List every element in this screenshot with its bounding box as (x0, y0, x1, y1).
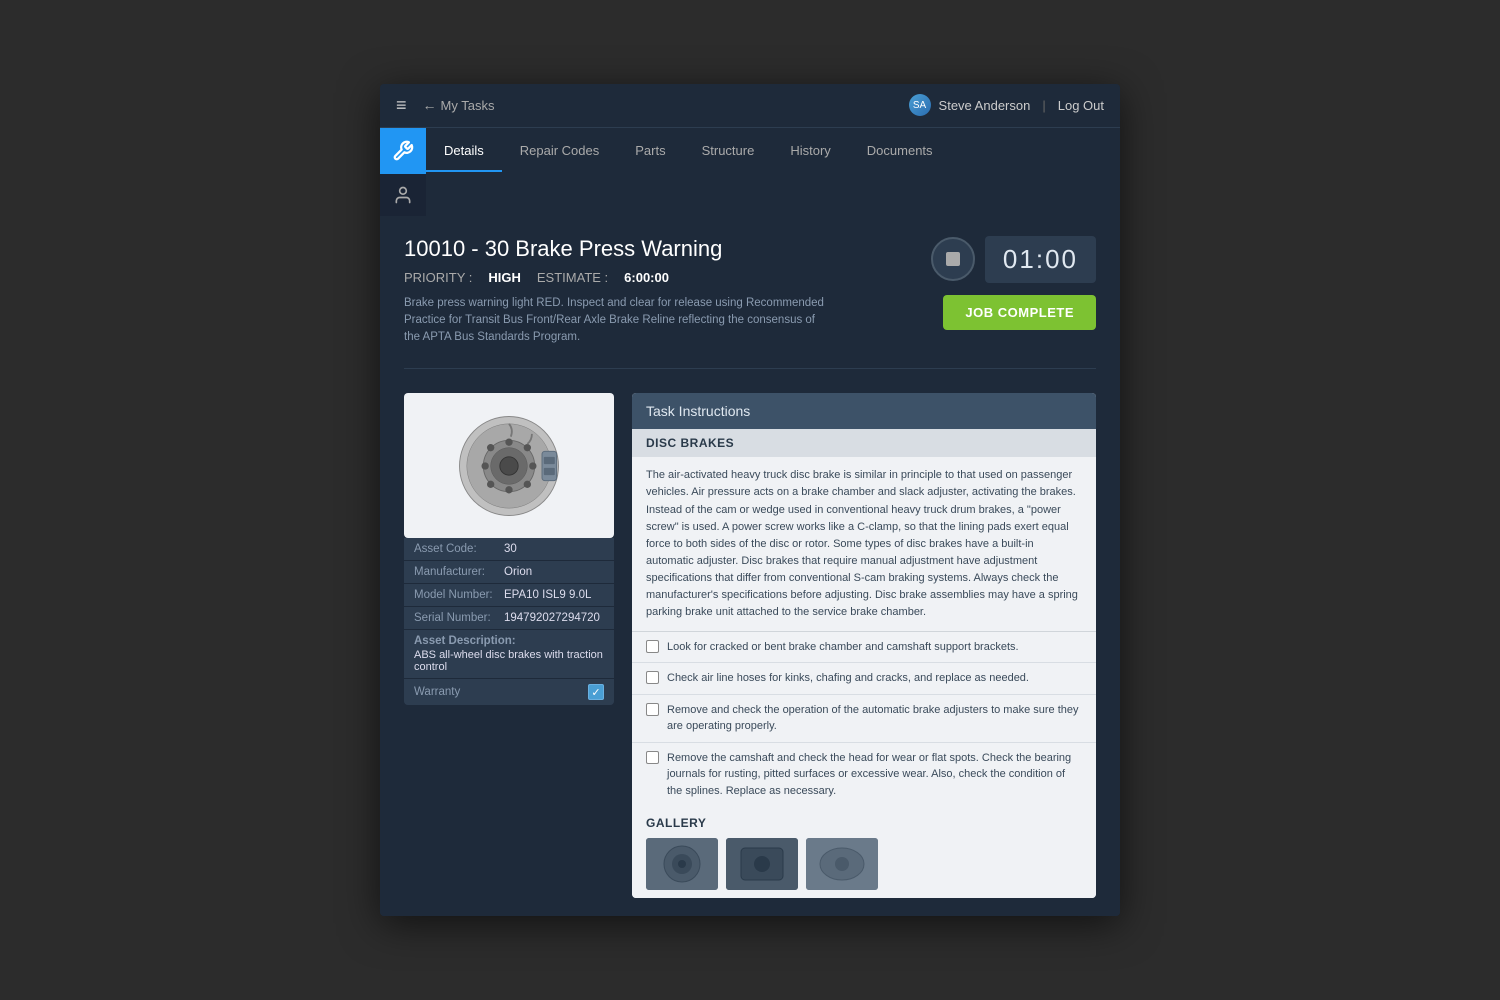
serial-label: Serial Number: (414, 612, 504, 624)
gallery-image-3 (806, 838, 878, 890)
lower-content: Asset Code: 30 Manufacturer: Orion Model… (380, 375, 1120, 916)
job-header: 10010 - 30 Brake Press Warning PRIORITY … (380, 216, 1120, 363)
job-description: Brake press warning light RED. Inspect a… (404, 295, 824, 347)
tab-history[interactable]: History (772, 131, 848, 172)
main-content: 10010 - 30 Brake Press Warning PRIORITY … (380, 216, 1120, 917)
tab-nav-container: Details Repair Codes Parts Structure His… (380, 128, 1120, 174)
manufacturer-row: Manufacturer: Orion (404, 561, 614, 584)
back-arrow-icon: ← (423, 97, 437, 113)
job-complete-button[interactable]: JOB COMPLETE (943, 295, 1096, 330)
sidebar-person-icon[interactable] (380, 174, 426, 216)
checklist: Look for cracked or bent brake chamber a… (632, 632, 1096, 807)
checkbox-1[interactable] (646, 640, 659, 653)
asset-code-label: Asset Code: (414, 543, 504, 555)
checklist-item-3: Remove and check the operation of the au… (632, 695, 1096, 743)
top-bar: ≡ ← My Tasks SA Steve Anderson | Log Out (380, 84, 1120, 128)
tab-nav: Details Repair Codes Parts Structure His… (426, 128, 1120, 174)
serial-value: 194792027294720 (504, 612, 600, 624)
menu-icon[interactable]: ≡ (396, 95, 407, 116)
asset-image-box (404, 393, 614, 538)
job-controls-right: 01:00 JOB COMPLETE (931, 236, 1096, 330)
tab-repair-codes[interactable]: Repair Codes (502, 131, 618, 172)
job-title: 10010 - 30 Brake Press Warning (404, 236, 911, 262)
checkbox-3[interactable] (646, 703, 659, 716)
user-info: SA Steve Anderson | Log Out (909, 94, 1104, 116)
disc-brakes-header: DISC BRAKES (632, 429, 1096, 457)
tab-structure[interactable]: Structure (684, 131, 773, 172)
gallery-row (646, 838, 1082, 890)
asset-desc-label: Asset Description: (414, 635, 604, 647)
gallery-section: GALLERY (632, 806, 1096, 898)
brake-disc-image (454, 411, 564, 521)
checklist-item-1: Look for cracked or bent brake chamber a… (632, 632, 1096, 664)
gallery-thumb-2[interactable] (726, 838, 798, 890)
divider-container (380, 362, 1120, 375)
checklist-text-4: Remove the camshaft and check the head f… (667, 750, 1082, 800)
checkbox-4[interactable] (646, 751, 659, 764)
model-row: Model Number: EPA10 ISL9 9.0L (404, 584, 614, 607)
user-name: Steve Anderson (939, 98, 1031, 113)
serial-row: Serial Number: 194792027294720 (404, 607, 614, 630)
tab-parts[interactable]: Parts (617, 131, 683, 172)
gallery-image-1 (646, 838, 718, 890)
gallery-thumb-1[interactable] (646, 838, 718, 890)
checklist-text-1: Look for cracked or bent brake chamber a… (667, 639, 1019, 656)
timer-area: 01:00 (931, 236, 1096, 283)
asset-details-table: Asset Code: 30 Manufacturer: Orion Model… (404, 538, 614, 705)
stop-icon (946, 252, 960, 266)
tab-documents[interactable]: Documents (849, 131, 951, 172)
gallery-thumb-3[interactable] (806, 838, 878, 890)
model-label: Model Number: (414, 589, 504, 601)
checklist-text-3: Remove and check the operation of the au… (667, 702, 1082, 735)
job-meta: PRIORITY : HIGH ESTIMATE : 6:00:00 (404, 270, 911, 285)
timer-display: 01:00 (985, 236, 1096, 283)
checklist-text-2: Check air line hoses for kinks, chafing … (667, 670, 1029, 687)
stop-button[interactable] (931, 237, 975, 281)
back-label: My Tasks (441, 98, 495, 113)
job-info-left: 10010 - 30 Brake Press Warning PRIORITY … (404, 236, 911, 347)
priority-label: PRIORITY : (404, 270, 472, 285)
estimate-label: ESTIMATE : (537, 270, 608, 285)
separator: | (1042, 98, 1045, 113)
asset-code-value: 30 (504, 543, 517, 555)
checklist-item-4: Remove the camshaft and check the head f… (632, 743, 1096, 807)
gallery-image-2 (726, 838, 798, 890)
task-description: The air-activated heavy truck disc brake… (632, 457, 1096, 631)
avatar: SA (909, 94, 931, 116)
checkbox-2[interactable] (646, 671, 659, 684)
logout-button[interactable]: Log Out (1058, 98, 1104, 113)
task-instructions-header: Task Instructions (632, 393, 1096, 429)
manufacturer-label: Manufacturer: (414, 566, 504, 578)
warranty-row: Warranty ✓ (404, 679, 614, 705)
asset-code-row: Asset Code: 30 (404, 538, 614, 561)
tab-details[interactable]: Details (426, 131, 502, 172)
model-value: EPA10 ISL9 9.0L (504, 589, 591, 601)
warranty-label: Warranty (414, 686, 588, 698)
manufacturer-value: Orion (504, 566, 532, 578)
warranty-checkbox[interactable]: ✓ (588, 684, 604, 700)
gallery-header: GALLERY (646, 816, 1082, 830)
sidebar-person-row (380, 174, 1120, 216)
divider-line (404, 368, 1096, 369)
task-panel: Task Instructions DISC BRAKES The air-ac… (632, 393, 1096, 898)
checklist-item-2: Check air line hoses for kinks, chafing … (632, 663, 1096, 695)
asset-desc-block: Asset Description: ABS all-wheel disc br… (404, 630, 614, 679)
priority-value: HIGH (488, 270, 521, 285)
asset-desc-value: ABS all-wheel disc brakes with traction … (414, 649, 604, 673)
estimate-value: 6:00:00 (624, 270, 669, 285)
sidebar-wrench-icon[interactable] (380, 128, 426, 174)
asset-panel: Asset Code: 30 Manufacturer: Orion Model… (404, 393, 614, 898)
back-button[interactable]: ← My Tasks (423, 97, 495, 113)
